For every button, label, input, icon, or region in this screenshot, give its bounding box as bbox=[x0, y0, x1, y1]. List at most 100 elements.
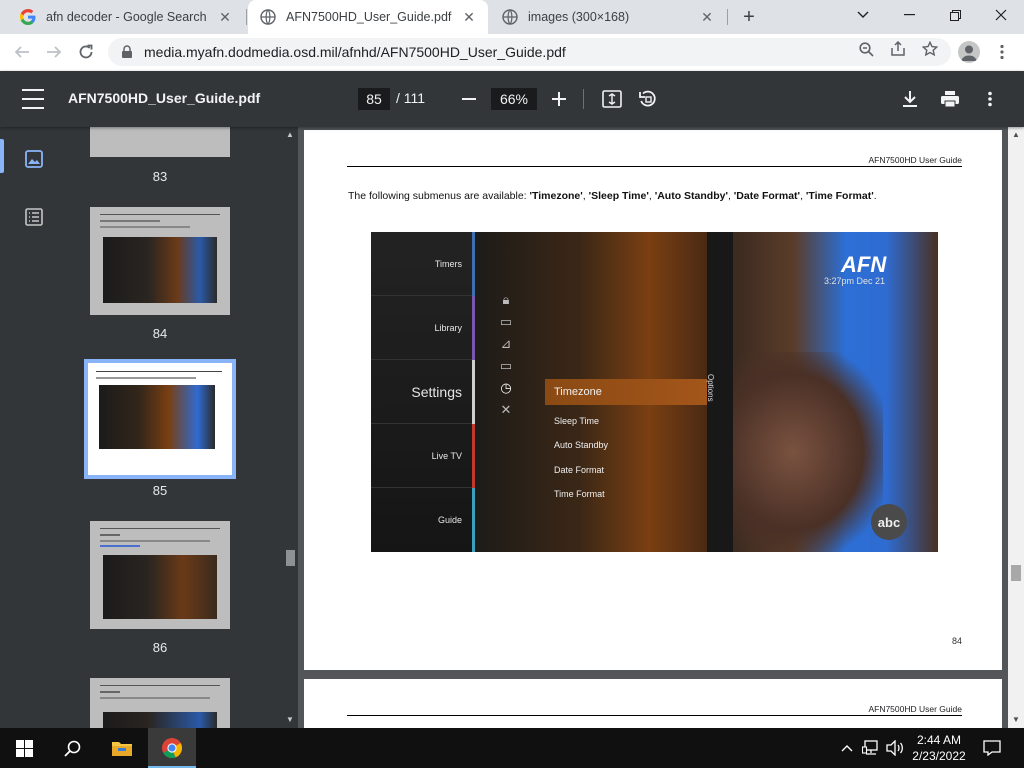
reload-button[interactable] bbox=[72, 38, 100, 66]
menu-icon-bar bbox=[22, 107, 44, 109]
system-clock[interactable]: 2:44 AM 2/23/2022 bbox=[904, 732, 974, 764]
satellite-icon: ⊿ bbox=[500, 336, 512, 351]
print-button[interactable] bbox=[938, 87, 962, 111]
thumbnail-page-number: 86 bbox=[152, 640, 168, 655]
address-bar[interactable]: media.myafn.dodmedia.osd.mil/afnhd/AFN75… bbox=[108, 38, 951, 66]
tv-submenu-item: Auto Standby bbox=[554, 440, 609, 450]
download-button[interactable] bbox=[898, 87, 922, 111]
pdf-title: AFN7500HD_User_Guide.pdf bbox=[68, 90, 261, 106]
back-button[interactable] bbox=[8, 38, 36, 66]
abc-logo: abc bbox=[871, 504, 907, 540]
sidebar-scroll-thumb[interactable] bbox=[286, 550, 295, 566]
tv-menu-item: Timers bbox=[371, 232, 474, 296]
lock-icon: 🔒︎ bbox=[502, 292, 510, 307]
start-button[interactable] bbox=[0, 728, 48, 768]
minimize-button[interactable] bbox=[886, 0, 932, 30]
chevron-up-icon bbox=[841, 745, 853, 752]
thumbnail-content bbox=[103, 237, 217, 303]
file-explorer-button[interactable] bbox=[98, 728, 146, 768]
star-icon bbox=[922, 41, 938, 57]
reload-icon bbox=[79, 44, 93, 59]
share-button[interactable] bbox=[889, 40, 907, 58]
google-icon bbox=[20, 9, 36, 25]
submenu-name: 'Auto Standby' bbox=[654, 190, 728, 202]
rotate-button[interactable] bbox=[636, 87, 660, 111]
thumbnail-content bbox=[103, 712, 217, 728]
tab-images[interactable]: images (300×168) ✕ bbox=[490, 0, 726, 34]
zoom-in-button[interactable] bbox=[547, 87, 571, 111]
profile-avatar[interactable] bbox=[958, 41, 980, 63]
tv-menu-item: Live TV bbox=[371, 424, 474, 488]
document-scroll-thumb[interactable] bbox=[1011, 565, 1021, 581]
thumbnail-page[interactable] bbox=[90, 127, 230, 157]
more-vertical-icon bbox=[988, 91, 992, 107]
active-view-indicator bbox=[0, 139, 4, 173]
close-window-button[interactable] bbox=[978, 0, 1024, 30]
thumbnail-page[interactable] bbox=[90, 207, 230, 315]
pdf-viewer[interactable]: AFN7500HD User Guide The following subme… bbox=[298, 127, 1008, 728]
minus-icon bbox=[462, 98, 476, 100]
thumbnail-page[interactable] bbox=[90, 521, 230, 629]
tools-icon: ✕ bbox=[500, 402, 512, 417]
pdf-page: AFN7500HD User Guide bbox=[304, 679, 1002, 728]
sidebar-rail bbox=[0, 127, 67, 728]
page-footer-number: 84 bbox=[951, 636, 962, 646]
zoom-page-button[interactable] bbox=[857, 40, 875, 58]
sidebar-scrollbar[interactable]: ▲ ▼ bbox=[283, 127, 298, 728]
pdf-more-button[interactable] bbox=[978, 87, 1002, 111]
thumbnail-content bbox=[99, 385, 215, 449]
outline-view-icon[interactable] bbox=[24, 207, 44, 227]
scroll-down-icon[interactable]: ▼ bbox=[286, 715, 294, 724]
thumbnail-page-number: 85 bbox=[152, 483, 168, 498]
windows-logo-icon bbox=[15, 739, 33, 757]
fit-to-page-button[interactable] bbox=[600, 87, 624, 111]
thumbnail-content bbox=[100, 226, 190, 228]
sidebar-toggle-button[interactable] bbox=[22, 89, 44, 109]
show-hidden-icons-button[interactable] bbox=[837, 738, 857, 758]
tv-main-menu: Timers Library Settings Live TV Guide bbox=[371, 232, 474, 552]
page-number-input[interactable]: 85 bbox=[358, 88, 390, 110]
page-header: AFN7500HD User Guide bbox=[868, 704, 962, 714]
chrome-icon bbox=[162, 738, 183, 759]
close-tab-icon[interactable]: ✕ bbox=[460, 8, 478, 26]
bookmark-button[interactable] bbox=[921, 40, 939, 58]
network-icon bbox=[862, 740, 878, 755]
action-center-button[interactable] bbox=[982, 738, 1002, 758]
tv-video-person bbox=[733, 352, 883, 552]
zoom-level-input[interactable]: 66% bbox=[491, 88, 537, 110]
chrome-taskbar-button[interactable] bbox=[148, 728, 196, 768]
download-icon bbox=[903, 91, 917, 107]
url-text[interactable]: media.myafn.dodmedia.osd.mil/afnhd/AFN75… bbox=[144, 44, 566, 60]
submenu-name: 'Timezone' bbox=[529, 190, 583, 202]
pdf-toolbar: AFN7500HD_User_Guide.pdf 85 / 111 66% bbox=[0, 71, 1024, 127]
thumbnails-view-icon[interactable] bbox=[24, 149, 44, 169]
scroll-up-icon[interactable]: ▲ bbox=[286, 130, 294, 139]
scroll-up-icon[interactable]: ▲ bbox=[1012, 130, 1020, 139]
thumbnail-content bbox=[103, 555, 217, 619]
tv-menu-item-active: Settings bbox=[371, 360, 474, 424]
chrome-menu-button[interactable] bbox=[994, 40, 1010, 64]
tab-title: AFN7500HD_User_Guide.pdf bbox=[286, 10, 452, 24]
close-tab-icon[interactable]: ✕ bbox=[216, 8, 234, 26]
thumbnail-page-selected[interactable] bbox=[84, 359, 236, 479]
tab-google-search[interactable]: afn decoder - Google Search ✕ bbox=[8, 0, 244, 34]
search-button[interactable] bbox=[48, 728, 96, 768]
scroll-down-icon[interactable]: ▼ bbox=[1012, 715, 1020, 724]
menu-icon-bar bbox=[22, 98, 44, 100]
close-tab-icon[interactable]: ✕ bbox=[698, 8, 716, 26]
zoom-out-button[interactable] bbox=[457, 87, 481, 111]
volume-button[interactable] bbox=[885, 738, 905, 758]
restore-button[interactable] bbox=[932, 0, 978, 30]
thumbnail-content bbox=[100, 534, 120, 536]
new-tab-button[interactable]: + bbox=[737, 5, 761, 29]
thumbnail-content bbox=[100, 220, 160, 222]
tab-search-button[interactable] bbox=[840, 0, 886, 30]
network-button[interactable] bbox=[861, 738, 881, 758]
share-icon bbox=[891, 41, 905, 56]
thumbnail-page[interactable] bbox=[90, 678, 230, 728]
forward-button[interactable] bbox=[40, 38, 68, 66]
arrow-right-icon bbox=[47, 46, 62, 58]
lock-icon[interactable] bbox=[120, 45, 134, 59]
tab-pdf[interactable]: AFN7500HD_User_Guide.pdf ✕ bbox=[248, 0, 488, 34]
document-scrollbar[interactable]: ▲ ▼ bbox=[1008, 127, 1024, 728]
